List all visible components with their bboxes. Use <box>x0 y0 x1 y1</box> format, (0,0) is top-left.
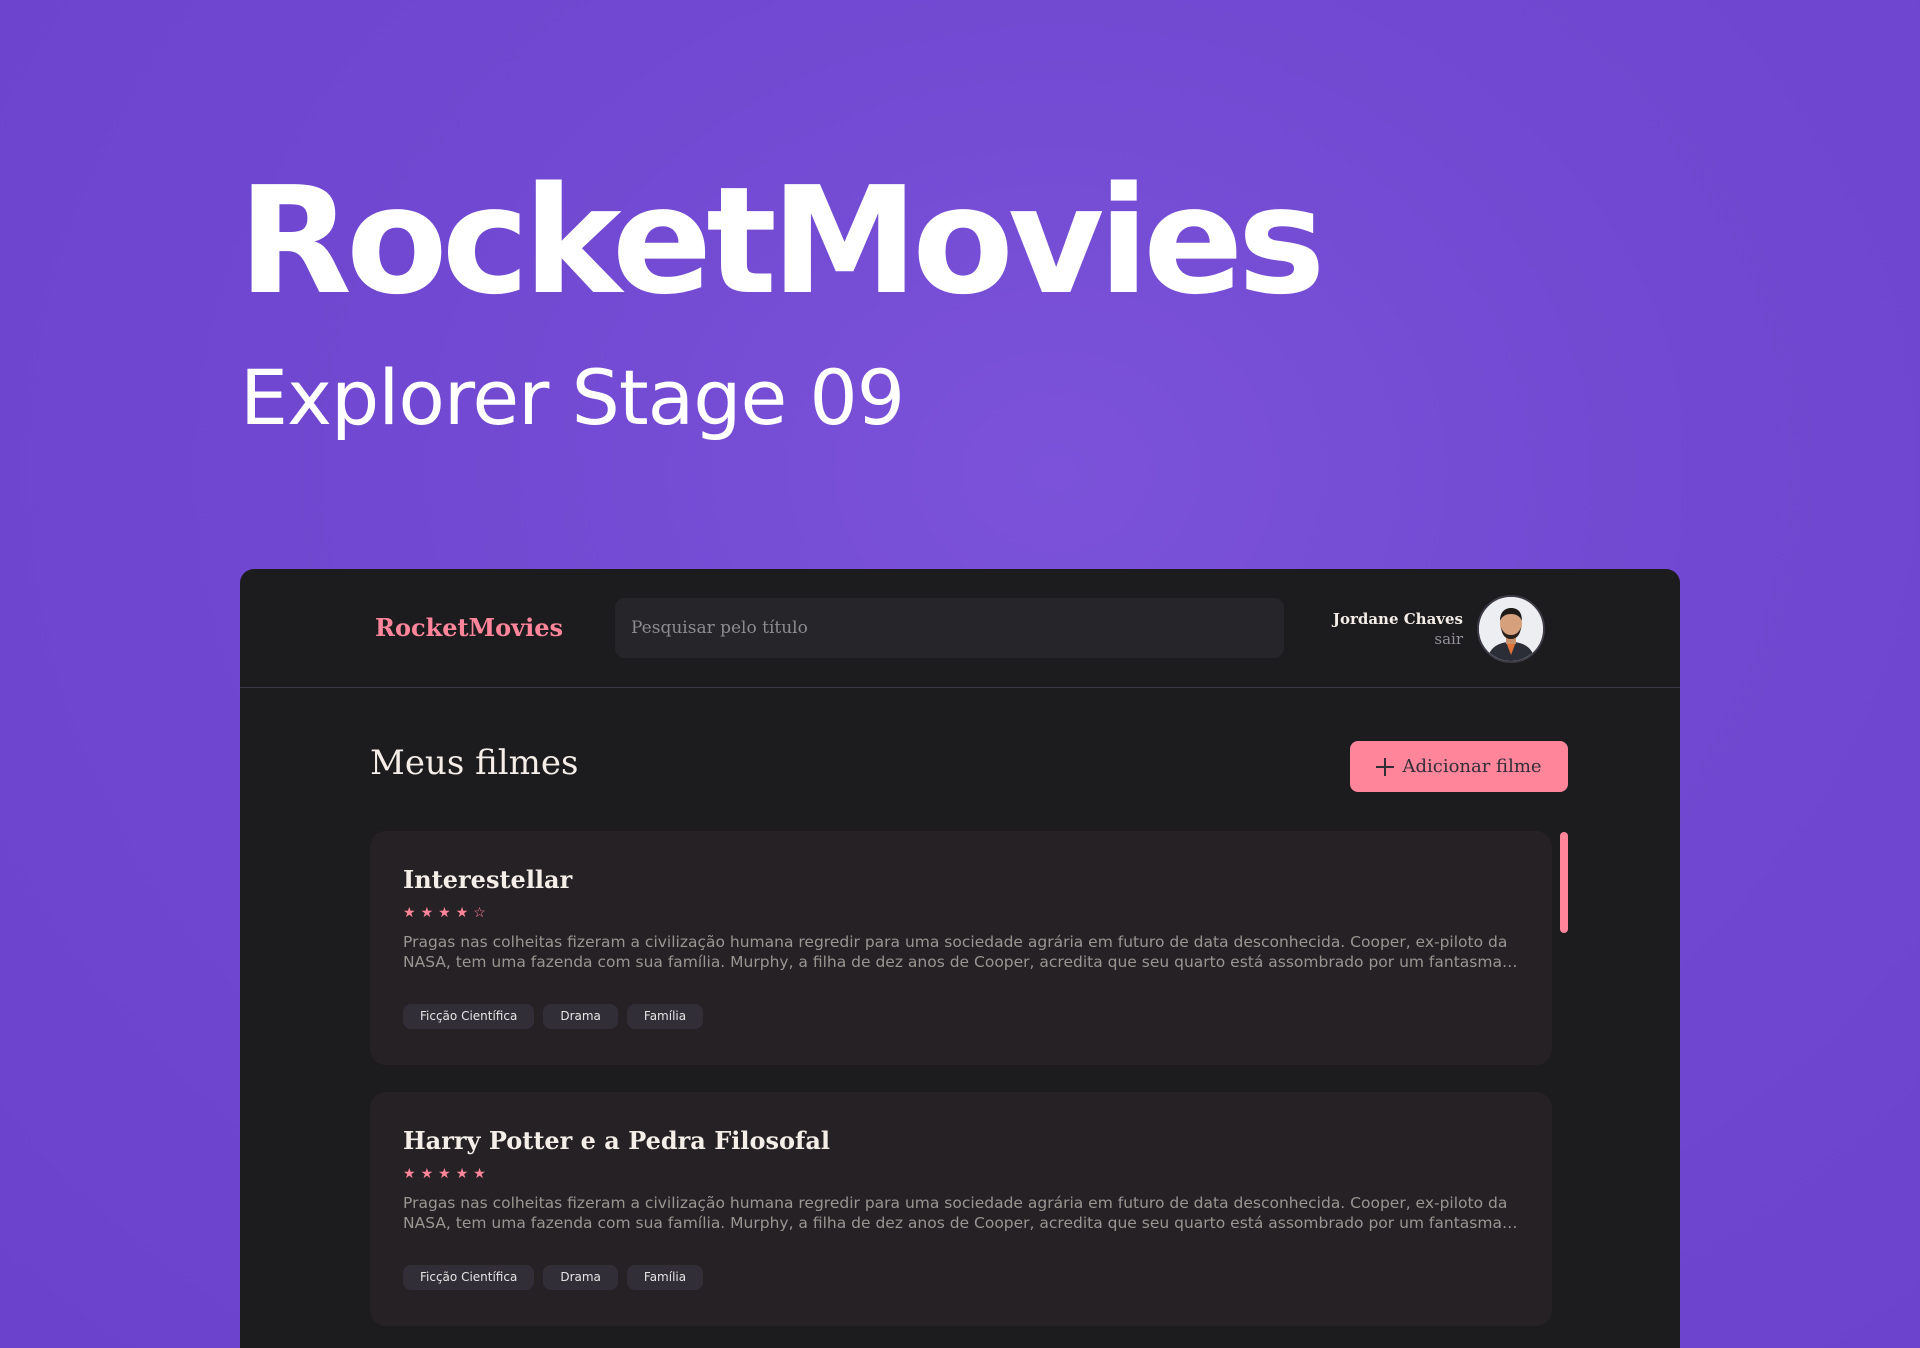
hero-subtitle: Explorer Stage 09 <box>240 353 905 442</box>
plus-icon <box>1376 757 1395 776</box>
rating-stars: ★ ★ ★ ★ ★ <box>403 1165 1519 1181</box>
movie-title: Harry Potter e a Pedra Filosofal <box>403 1126 830 1155</box>
logout-link[interactable]: sair <box>1434 630 1463 648</box>
tag: Drama <box>543 1004 618 1029</box>
movie-card[interactable]: Interestellar ★ ★ ★ ★ ☆ Pragas nas colheitas… <box>370 831 1552 1065</box>
tag: Ficção Científica <box>403 1265 535 1290</box>
star-filled-icon: ★ <box>403 1165 416 1181</box>
hero-title: RocketMovies <box>238 155 1326 327</box>
profile-name: Jordane Chaves <box>1332 610 1463 628</box>
star-filled-icon: ★ <box>473 1165 486 1181</box>
user-avatar-icon <box>1479 597 1543 661</box>
tag: Drama <box>543 1265 618 1290</box>
star-filled-icon: ★ <box>403 904 416 920</box>
star-outline-icon: ☆ <box>473 904 486 920</box>
add-movie-button-label: Adicionar filme <box>1402 756 1542 777</box>
rating-stars: ★ ★ ★ ★ ☆ <box>403 904 1519 920</box>
movie-title: Interestellar <box>403 865 573 894</box>
tag: Ficção Científica <box>403 1004 535 1029</box>
brand-logo[interactable]: RocketMovies <box>375 613 563 642</box>
star-filled-icon: ★ <box>438 904 451 920</box>
tag-list: Ficção Científica Drama Família <box>403 1004 1519 1029</box>
star-filled-icon: ★ <box>455 904 469 920</box>
star-filled-icon: ★ <box>420 1165 434 1181</box>
page-title: Meus filmes <box>370 743 579 783</box>
movie-description: Pragas nas colheitas fizeram a civilizaç… <box>403 933 1508 971</box>
app-header: RocketMovies Jordane Chaves sair <box>240 569 1680 688</box>
star-filled-icon: ★ <box>420 904 434 920</box>
scrollbar-thumb[interactable] <box>1560 832 1568 933</box>
tag-list: Ficção Científica Drama Família <box>403 1265 1519 1290</box>
star-filled-icon: ★ <box>438 1165 451 1181</box>
movie-description: Pragas nas colheitas fizeram a civilizaç… <box>403 1194 1508 1232</box>
tag: Família <box>626 1004 704 1029</box>
movie-list: Interestellar ★ ★ ★ ★ ☆ Pragas nas colheitas… <box>370 831 1552 1348</box>
tag: Família <box>626 1265 704 1290</box>
search-input[interactable] <box>615 598 1284 658</box>
avatar[interactable] <box>1477 595 1545 663</box>
add-movie-button[interactable]: Adicionar filme <box>1350 741 1568 792</box>
movie-card[interactable]: Harry Potter e a Pedra Filosofal ★ ★ ★ ★ ★ P… <box>370 1092 1552 1326</box>
star-filled-icon: ★ <box>455 1165 469 1181</box>
app-window: RocketMovies Jordane Chaves sair Meus fi… <box>240 569 1680 1348</box>
